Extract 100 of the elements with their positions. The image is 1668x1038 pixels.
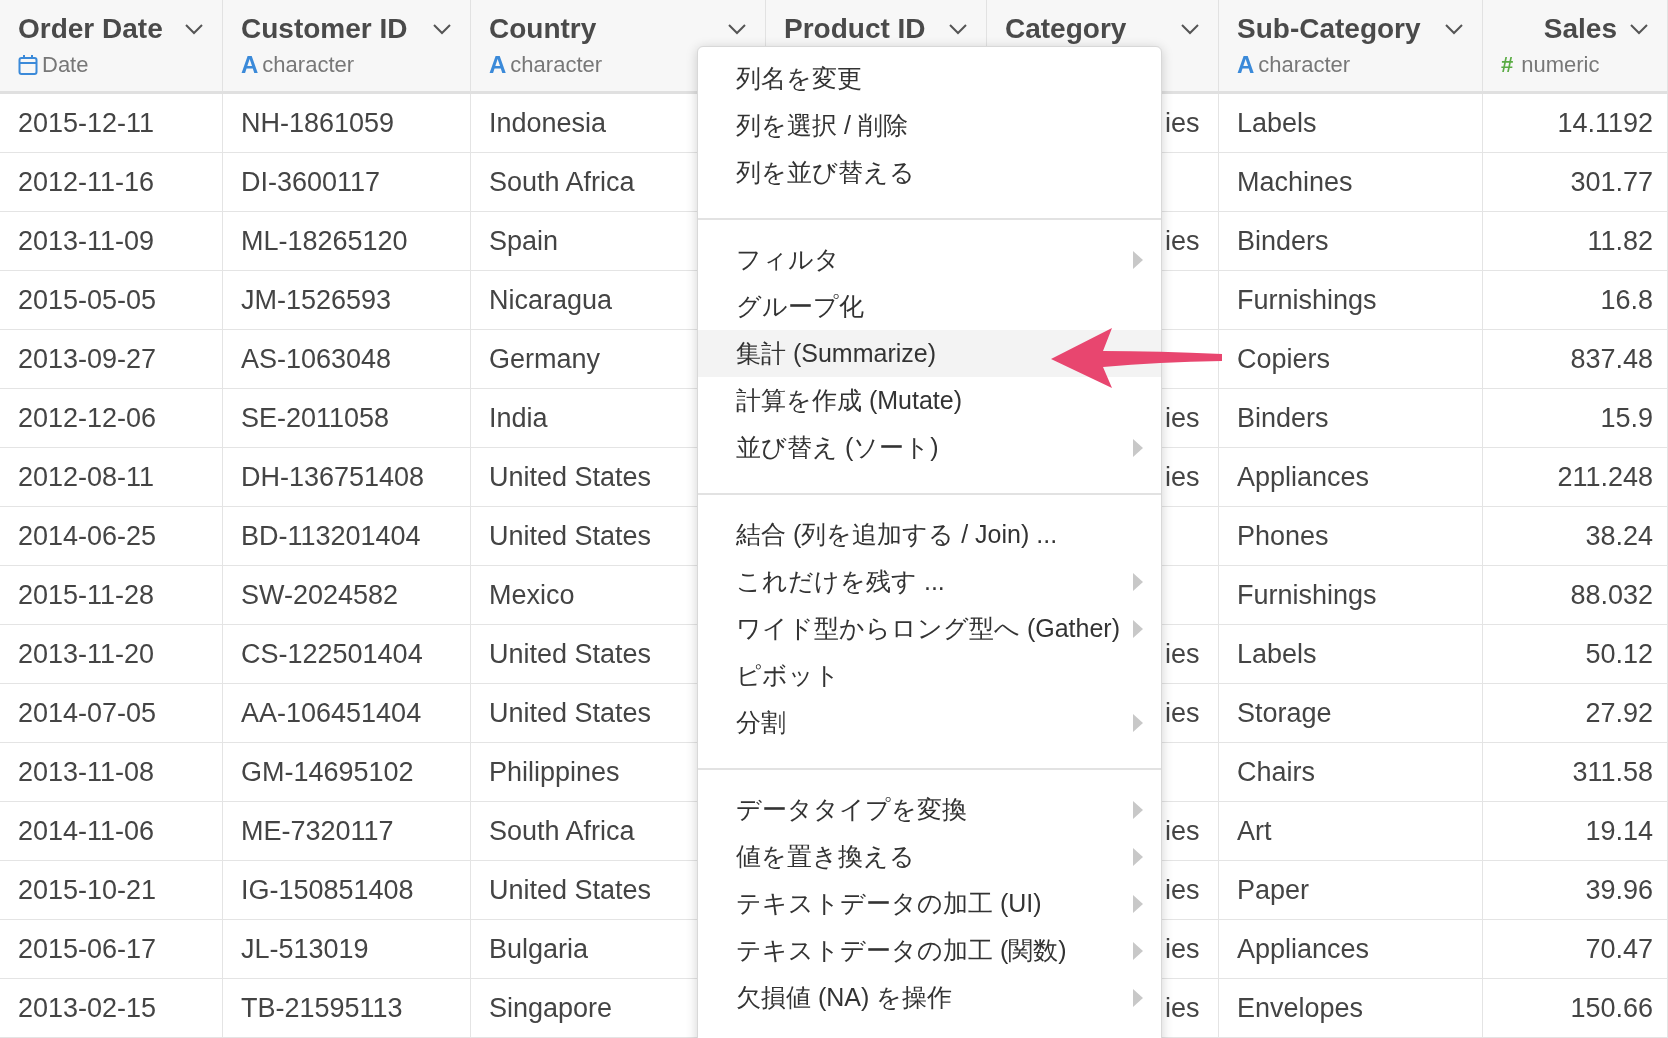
table-cell-text: United States	[489, 696, 652, 730]
submenu-arrow-icon	[1133, 941, 1143, 960]
menu-item[interactable]: 計算を作成 (Mutate)	[698, 377, 1161, 424]
table-cell-text: 16.8	[1600, 283, 1653, 317]
table-cell-text: ies	[1165, 991, 1200, 1025]
column-type-label: character	[1258, 52, 1351, 78]
column-type-label: Date	[42, 52, 89, 78]
menu-item[interactable]: 列名を変更	[698, 55, 1161, 102]
table-cell-text: Indonesia	[489, 106, 607, 140]
menu-item[interactable]: 分割	[698, 699, 1161, 746]
table-cell-text: ies	[1165, 637, 1200, 671]
table-cell-text: ME-7320117	[241, 814, 394, 848]
column-name: Product ID	[784, 12, 926, 46]
table-cell-text: United States	[489, 519, 652, 553]
chevron-down-icon[interactable]	[1180, 23, 1200, 35]
table-cell-text: 2013-11-09	[18, 224, 155, 258]
table-cell-text: JM-1526593	[241, 283, 392, 317]
submenu-arrow-icon	[1133, 800, 1143, 819]
table-cell-text: Nicaragua	[489, 283, 613, 317]
menu-item[interactable]: 集計 (Summarize)	[698, 330, 1161, 377]
table-cell-text: Chairs	[1237, 755, 1316, 789]
submenu-arrow-icon	[1133, 894, 1143, 913]
table-cell-text: Germany	[489, 342, 601, 376]
menu-item[interactable]: テキストデータの加工 (UI)	[698, 880, 1161, 927]
column-type-label: character	[262, 52, 355, 78]
table-cell-text: 150.66	[1570, 991, 1653, 1025]
column-type-label: numeric	[1521, 52, 1600, 78]
table-cell-text: DI-3600117	[241, 165, 381, 199]
table-cell-text: 301.77	[1570, 165, 1653, 199]
table-cell-text: 2015-12-11	[18, 106, 155, 140]
column-name: Category	[1005, 12, 1127, 46]
table-cell-text: ies	[1165, 873, 1200, 907]
table-cell-text: ML-18265120	[241, 224, 408, 258]
table-cell-text: 2015-05-05	[18, 283, 157, 317]
table-cell-text: Furnishings	[1237, 283, 1377, 317]
menu-item[interactable]: 並び替え (ソート)	[698, 424, 1161, 471]
table-cell-text: ies	[1165, 106, 1200, 140]
table-cell-text: Appliances	[1237, 460, 1370, 494]
submenu-arrow-icon	[1133, 713, 1143, 732]
table-cell-text: TB-21595113	[241, 991, 403, 1025]
table-cell-text: 2012-12-06	[18, 401, 157, 435]
table-cell-text: 2015-10-21	[18, 873, 157, 907]
submenu-arrow-icon	[1133, 572, 1143, 591]
chevron-down-icon[interactable]	[1629, 23, 1649, 35]
table-cell-text: AA-106451404	[241, 696, 422, 730]
menu-item[interactable]: データタイプを変換	[698, 786, 1161, 833]
table-cell-text: Envelopes	[1237, 991, 1364, 1025]
table-cell-text: South Africa	[489, 165, 635, 199]
submenu-arrow-icon	[1133, 438, 1143, 457]
table-cell-text: 2015-11-28	[18, 578, 155, 612]
menu-item[interactable]: 欠損値 (NA) を操作	[698, 974, 1161, 1021]
menu-item[interactable]: ピボット	[698, 652, 1161, 699]
menu-item[interactable]: 結合 (列を追加する / Join) ...	[698, 511, 1161, 558]
menu-item[interactable]: これだけを残す ...	[698, 558, 1161, 605]
table-cell-text: Furnishings	[1237, 578, 1377, 612]
column-name: Sales	[1543, 12, 1617, 46]
table-cell-text: 2014-11-06	[18, 814, 155, 848]
numeric-type-icon: #	[1501, 54, 1514, 76]
table-cell-text: India	[489, 401, 548, 435]
chevron-down-icon[interactable]	[432, 23, 452, 35]
character-type-icon: A	[241, 53, 259, 77]
table-cell-text: AS-1063048	[241, 342, 392, 376]
menu-item[interactable]: 列を選択 / 削除	[698, 102, 1161, 149]
menu-item[interactable]: 値を置き換える	[698, 833, 1161, 880]
chevron-down-icon[interactable]	[184, 23, 204, 35]
table-cell-text: South Africa	[489, 814, 635, 848]
table-cell-text: 14.1192	[1557, 106, 1653, 140]
menu-item[interactable]: グループ化	[698, 283, 1161, 330]
table-cell-text: 2012-08-11	[18, 460, 155, 494]
table-cell-text: Philippines	[489, 755, 620, 789]
table-cell-text: ies	[1165, 932, 1200, 966]
table-cell-text: ies	[1165, 224, 1200, 258]
table-cell-text: 38.24	[1585, 519, 1653, 553]
table-cell-text: 2014-07-05	[18, 696, 157, 730]
table-cell-text: 11.82	[1587, 224, 1653, 258]
table-cell-text: 50.12	[1585, 637, 1653, 671]
menu-item[interactable]: テキストデータの加工 (関数)	[698, 927, 1161, 974]
menu-item[interactable]: フィルタ	[698, 236, 1161, 283]
table-cell-text: Phones	[1237, 519, 1329, 553]
menu-item[interactable]: 列を並び替える	[698, 149, 1161, 196]
table-cell-text: NH-1861059	[241, 106, 395, 140]
table-cell-text: 88.032	[1570, 578, 1653, 612]
table-cell-text: 2013-02-15	[18, 991, 157, 1025]
chevron-down-icon[interactable]	[948, 23, 968, 35]
table-cell-text: Appliances	[1237, 932, 1370, 966]
chevron-down-icon[interactable]	[1444, 23, 1464, 35]
table-cell-text: ies	[1165, 401, 1200, 435]
column-name: Customer ID	[241, 12, 408, 46]
table-cell-text: 2013-09-27	[18, 342, 157, 376]
table-cell-text: Spain	[489, 224, 559, 258]
table-cell-text: 27.92	[1585, 696, 1653, 730]
table-cell-text: United States	[489, 460, 652, 494]
menu-item[interactable]: ワイド型からロング型へ (Gather)	[698, 605, 1161, 652]
table-cell-text: CS-122501404	[241, 637, 423, 671]
table-cell-text: 2014-06-25	[18, 519, 157, 553]
table-cell-text: Storage	[1237, 696, 1332, 730]
chevron-down-icon[interactable]	[727, 23, 747, 35]
submenu-arrow-icon	[1133, 250, 1143, 269]
table-cell-text: SE-2011058	[241, 401, 390, 435]
table-cell-text: Paper	[1237, 873, 1310, 907]
